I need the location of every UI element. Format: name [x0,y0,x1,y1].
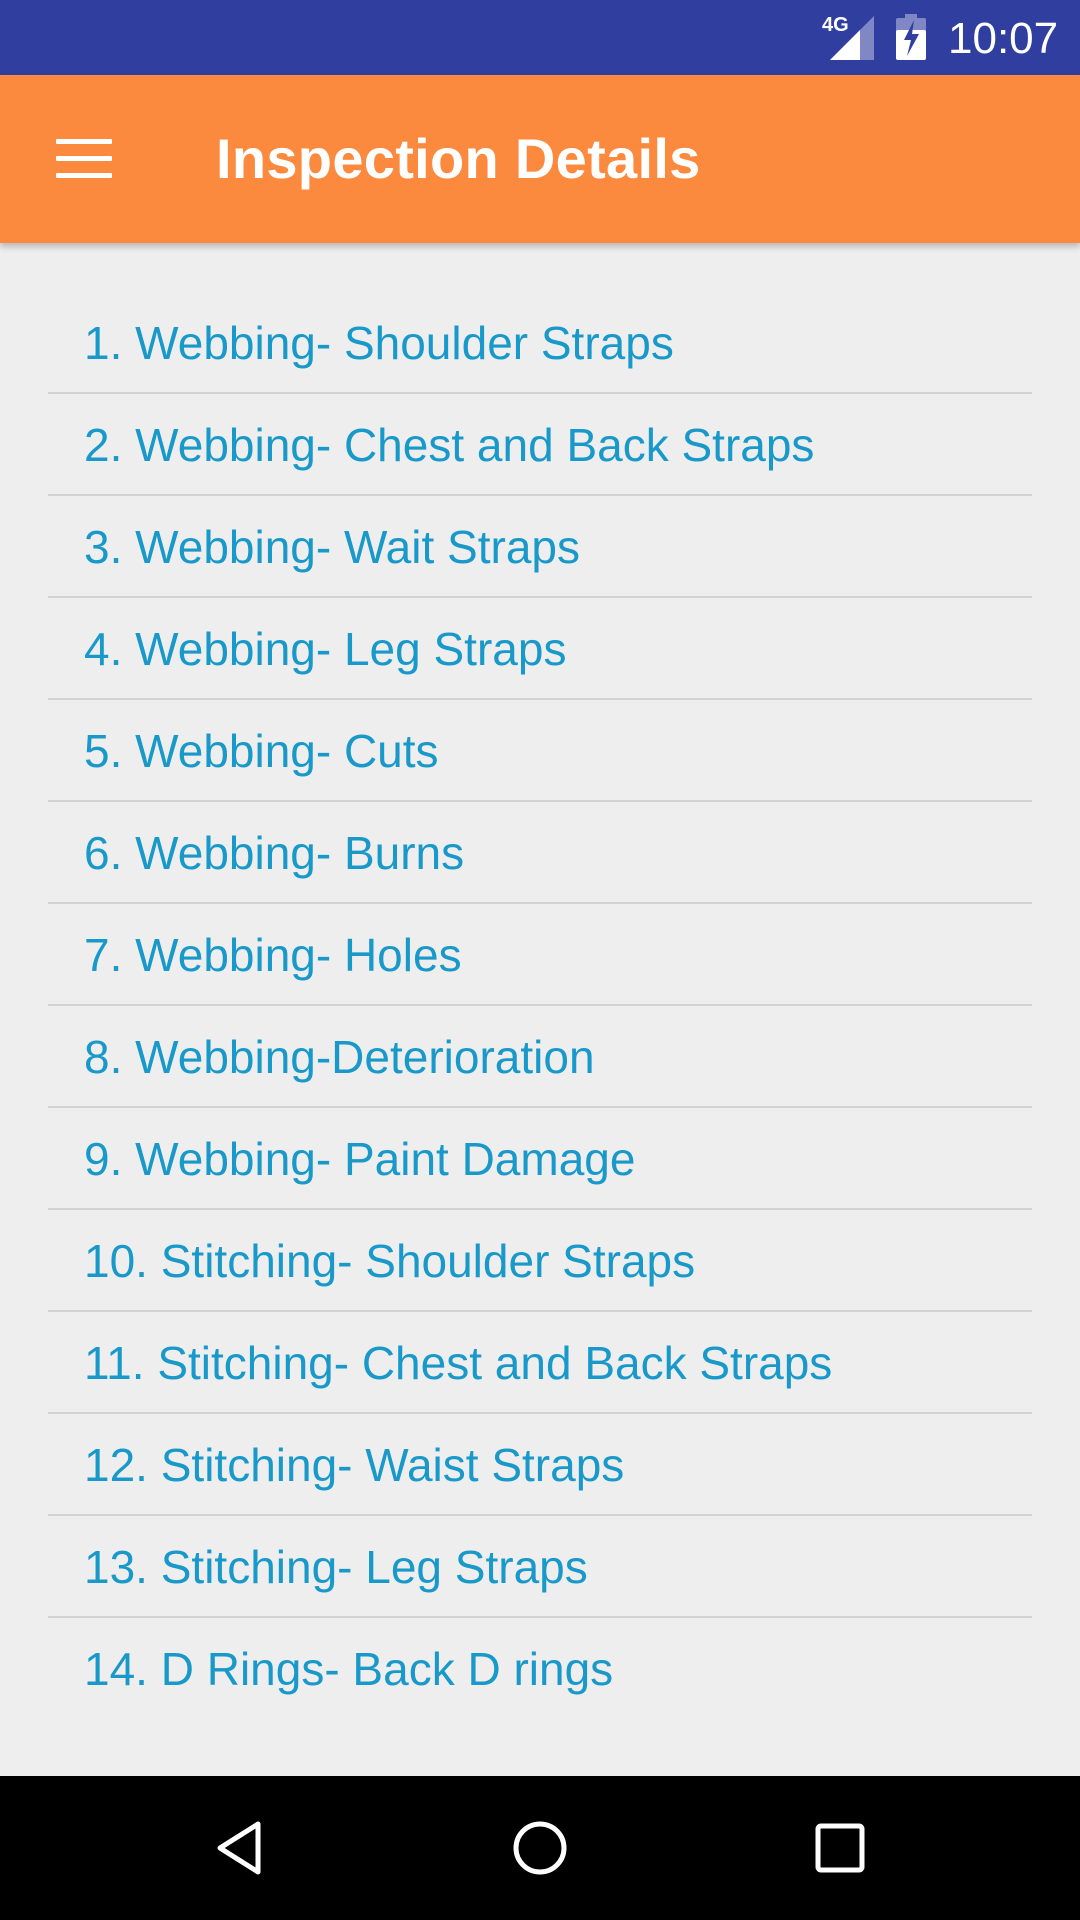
list-item-label: 8. Webbing-Deterioration [84,1031,595,1083]
hamburger-menu-icon [56,139,112,179]
list-item-label: 4. Webbing- Leg Straps [84,623,567,675]
list-item-label: 7. Webbing- Holes [84,929,462,981]
list-item-label: 1. Webbing- Shoulder Straps [84,317,674,369]
list-item[interactable]: 10. Stitching- Shoulder Straps [48,1210,1032,1312]
list-item[interactable]: 2. Webbing- Chest and Back Straps [48,394,1032,496]
home-button[interactable] [490,1798,590,1898]
list-item-label: 14. D Rings- Back D rings [84,1643,614,1695]
list-item-label: 2. Webbing- Chest and Back Straps [84,419,815,471]
recents-icon [815,1823,865,1873]
battery-charging-icon [896,14,926,60]
list-item-label: 9. Webbing- Paint Damage [84,1133,636,1185]
app-bar: Inspection Details [0,75,1080,243]
list-item[interactable]: 3. Webbing- Wait Straps [48,496,1032,598]
list-item[interactable]: 11. Stitching- Chest and Back Straps [48,1312,1032,1414]
menu-button[interactable] [28,111,140,207]
page-title: Inspection Details [216,127,701,190]
list-item-label: 6. Webbing- Burns [84,827,465,879]
recents-button[interactable] [790,1798,890,1898]
status-bar: 4G 10:07 [0,0,1080,75]
list-item[interactable]: 9. Webbing- Paint Damage [48,1108,1032,1210]
list-item[interactable]: 7. Webbing- Holes [48,904,1032,1006]
list-item-label: 10. Stitching- Shoulder Straps [84,1235,696,1287]
list-item[interactable]: 12. Stitching- Waist Straps [48,1414,1032,1516]
list-item-label: 11. Stitching- Chest and Back Straps [84,1337,833,1389]
list-item-label: 3. Webbing- Wait Straps [84,521,580,573]
list-item-label: 5. Webbing- Cuts [84,725,439,777]
signal-icon [830,16,874,60]
home-icon [513,1821,567,1875]
back-button[interactable] [190,1798,290,1898]
list-item[interactable]: 1. Webbing- Shoulder Straps [48,292,1032,394]
clock: 10:07 [948,14,1059,63]
navigation-bar [0,1776,1080,1920]
back-icon [217,1821,261,1875]
list-item-label: 13. Stitching- Leg Straps [84,1541,588,1593]
list-item[interactable]: 5. Webbing- Cuts [48,700,1032,802]
list-item[interactable]: 14. D Rings- Back D rings [48,1618,1032,1720]
list-item[interactable]: 8. Webbing-Deterioration [48,1006,1032,1108]
list-item[interactable]: 4. Webbing- Leg Straps [48,598,1032,700]
inspection-list: 1. Webbing- Shoulder Straps 2. Webbing- … [48,292,1032,1720]
list-item[interactable]: 6. Webbing- Burns [48,802,1032,904]
list-item-label: 12. Stitching- Waist Straps [84,1439,625,1491]
list-item[interactable]: 13. Stitching- Leg Straps [48,1516,1032,1618]
